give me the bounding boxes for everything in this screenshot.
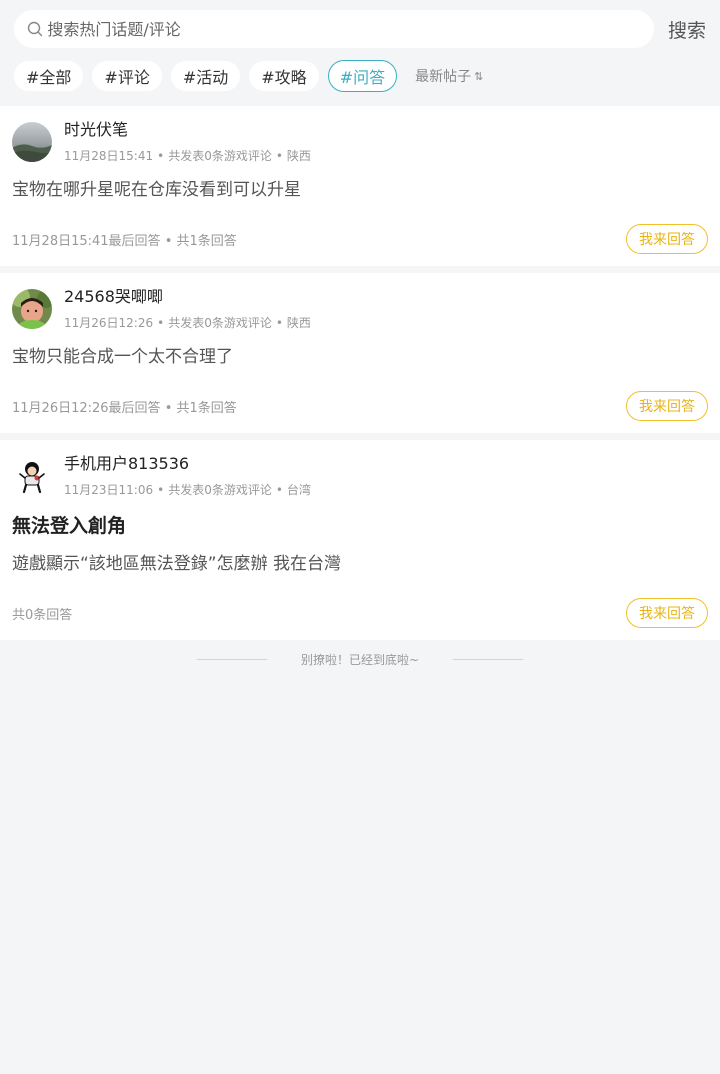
avatar[interactable] <box>12 122 52 162</box>
dot-separator: • <box>157 483 165 497</box>
post-list: 时光伏笔 11月28日15:41 • 共发表0条游戏评论 • 陕西 宝物在哪升星呢在仓库… <box>0 106 720 640</box>
user-info: 24568哭唧唧 11月26日12:26 • 共发表0条游戏评论 • 陕西 <box>64 287 708 331</box>
search-input[interactable] <box>47 19 654 39</box>
tag-guide[interactable]: #攻略 <box>249 61 319 91</box>
answer-button[interactable]: 我来回答 <box>626 391 708 421</box>
answer-count: 共0条回答 <box>12 607 73 623</box>
sort-icon: ⇅ <box>474 69 483 83</box>
avatar[interactable] <box>12 456 52 496</box>
tag-qa[interactable]: #问答 <box>327 60 398 92</box>
post-time: 11月28日15:41 <box>64 149 154 163</box>
post-time: 11月23日11:06 <box>64 483 154 497</box>
search-icon <box>26 20 43 38</box>
user-info: 手机用户813536 11月23日11:06 • 共发表0条游戏评论 • 台湾 <box>64 454 708 498</box>
page: 搜索 #全部 #评论 #活动 #攻略 #问答 最新帖子 ⇅ <box>0 0 720 1074</box>
post-header: 时光伏笔 11月28日15:41 • 共发表0条游戏评论 • 陕西 <box>12 120 708 164</box>
location: 台湾 <box>286 483 311 497</box>
last-answer-time: 11月26日12:26最后回答 <box>12 400 161 416</box>
post-body[interactable]: 宝物在哪升星呢在仓库没看到可以升星 <box>12 178 708 202</box>
comment-count: 共发表0条游戏评论 <box>168 316 272 330</box>
post-time: 11月26日12:26 <box>64 316 154 330</box>
username[interactable]: 24568哭唧唧 <box>64 287 708 307</box>
search-button[interactable]: 搜索 <box>654 16 706 43</box>
sort-button[interactable]: 最新帖子 ⇅ <box>415 66 483 86</box>
location: 陕西 <box>286 149 311 163</box>
post-body[interactable]: 宝物只能合成一个太不合理了 <box>12 345 708 369</box>
sort-label: 最新帖子 <box>415 69 472 85</box>
post-meta: 11月26日12:26 • 共发表0条游戏评论 • 陕西 <box>64 315 708 331</box>
answer-count: 共1条回答 <box>176 400 237 416</box>
avatar[interactable] <box>12 289 52 329</box>
dot-separator: • <box>275 483 283 497</box>
tag-review[interactable]: #评论 <box>92 61 162 91</box>
answer-count: 共1条回答 <box>176 233 237 249</box>
dot-separator: • <box>275 316 283 330</box>
search-box[interactable] <box>14 10 654 48</box>
divider <box>453 658 524 660</box>
header: 搜索 #全部 #评论 #活动 #攻略 #问答 最新帖子 ⇅ <box>0 0 720 92</box>
divider <box>196 658 267 660</box>
end-of-list: 别撩啦！已经到底啦~ <box>0 647 720 671</box>
post-header: 24568哭唧唧 11月26日12:26 • 共发表0条游戏评论 • 陕西 <box>12 287 708 331</box>
tag-all[interactable]: #全部 <box>14 61 84 91</box>
location: 陕西 <box>286 316 311 330</box>
dot-separator: • <box>275 149 283 163</box>
post-stat: 11月28日15:41最后回答 • 共1条回答 <box>12 230 237 249</box>
end-text: 别撩啦！已经到底啦~ <box>300 652 420 667</box>
answer-button[interactable]: 我来回答 <box>626 598 708 628</box>
comment-count: 共发表0条游戏评论 <box>168 149 272 163</box>
dot-separator: • <box>160 233 177 249</box>
search-row: 搜索 <box>14 10 706 48</box>
post-meta: 11月28日15:41 • 共发表0条游戏评论 • 陕西 <box>64 148 708 164</box>
user-info: 时光伏笔 11月28日15:41 • 共发表0条游戏评论 • 陕西 <box>64 120 708 164</box>
post-title[interactable]: 無法登入創角 <box>12 514 708 538</box>
post-body[interactable]: 遊戲顯示“該地區無法登錄”怎麼辦 我在台灣 <box>12 552 708 576</box>
post-footer: 11月28日15:41最后回答 • 共1条回答 我来回答 <box>12 224 708 254</box>
post-stat: 共0条回答 <box>12 604 72 623</box>
tag-event[interactable]: #活动 <box>170 61 241 91</box>
post-meta: 11月23日11:06 • 共发表0条游戏评论 • 台湾 <box>64 482 708 498</box>
post-header: 手机用户813536 11月23日11:06 • 共发表0条游戏评论 • 台湾 <box>12 454 708 498</box>
dot-separator: • <box>157 316 165 330</box>
post-item[interactable]: 手机用户813536 11月23日11:06 • 共发表0条游戏评论 • 台湾 無法登入… <box>0 440 720 640</box>
dot-separator: • <box>160 400 177 416</box>
username[interactable]: 手机用户813536 <box>64 454 708 474</box>
answer-button[interactable]: 我来回答 <box>626 224 708 254</box>
post-item[interactable]: 时光伏笔 11月28日15:41 • 共发表0条游戏评论 • 陕西 宝物在哪升星呢在仓库… <box>0 106 720 266</box>
post-footer: 共0条回答 我来回答 <box>12 598 708 628</box>
post-item[interactable]: 24568哭唧唧 11月26日12:26 • 共发表0条游戏评论 • 陕西 宝物只能合成… <box>0 273 720 433</box>
comment-count: 共发表0条游戏评论 <box>168 483 272 497</box>
username[interactable]: 时光伏笔 <box>64 120 708 140</box>
dot-separator: • <box>157 149 165 163</box>
post-footer: 11月26日12:26最后回答 • 共1条回答 我来回答 <box>12 391 708 421</box>
last-answer-time: 11月28日15:41最后回答 <box>12 233 161 249</box>
post-stat: 11月26日12:26最后回答 • 共1条回答 <box>12 397 237 416</box>
filter-row: #全部 #评论 #活动 #攻略 #问答 最新帖子 ⇅ <box>14 60 706 92</box>
